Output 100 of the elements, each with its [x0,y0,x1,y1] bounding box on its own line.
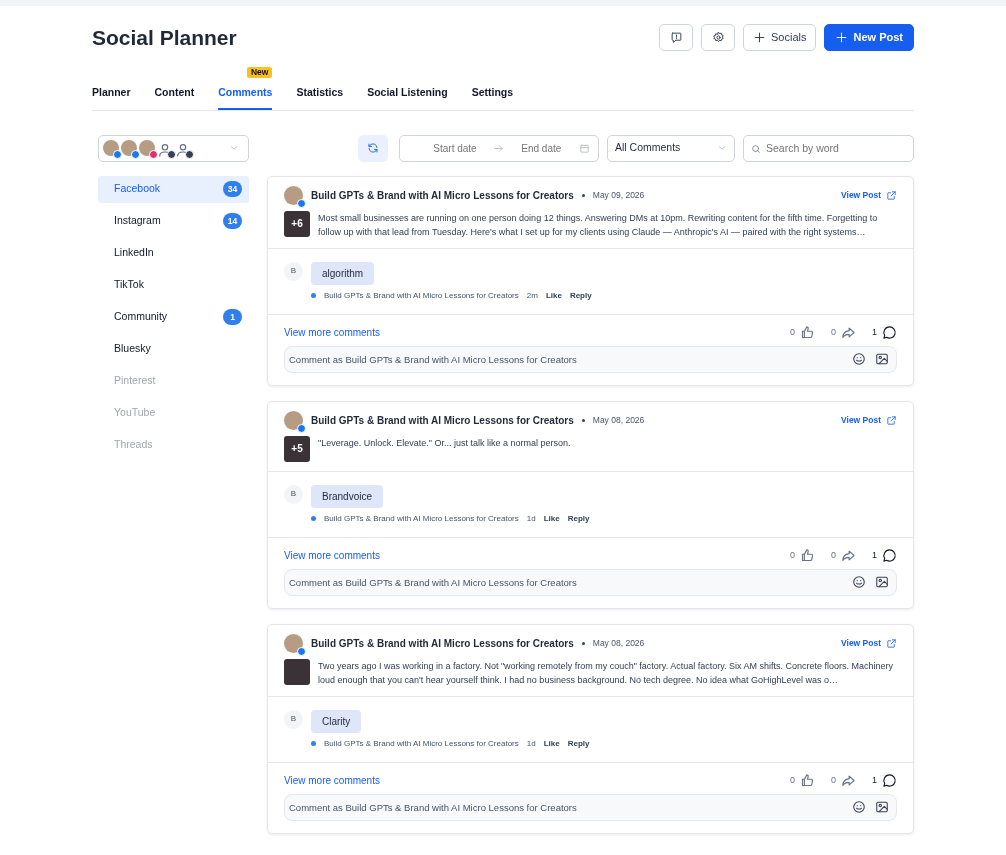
sidebar-label: Pinterest [114,373,156,389]
comment-time: 1d [526,737,536,750]
view-post-link[interactable]: View Post [841,413,897,427]
comment-bubble: Clarity [311,709,362,733]
external-link-icon [886,189,897,201]
user-avatar: B [284,261,303,281]
like-count: 0 [789,325,795,339]
like-count: 0 [789,773,795,787]
like-link[interactable]: Like [543,737,560,750]
author-name: Build GPTs & Brand with AI Micro Lessons for Creators [311,188,574,203]
comment-time: 2m [526,289,538,302]
media-count: +5 [284,435,310,462]
view-post-link[interactable]: View Post [841,636,897,650]
comment-filter-dropdown[interactable]: All Comments [607,134,735,162]
comment-count: 1 [872,548,877,562]
page-title: Social Planner [92,24,237,51]
user-avatar: B [284,484,303,504]
status-dot [311,741,316,747]
sidebar-item[interactable]: LinkedIn [98,239,249,267]
thumbs-up-icon[interactable] [799,772,815,788]
image-icon[interactable] [875,799,889,814]
post-date: May 08, 2026 [592,413,645,427]
tab[interactable]: Settings [471,79,514,110]
sidebar-item[interactable]: Community 1 [98,303,249,331]
settings-icon [711,31,725,44]
tab[interactable]: Planner [92,79,131,110]
new-post-button[interactable]: New Post [824,24,914,51]
sidebar-item[interactable]: Facebook 34 [98,175,249,203]
sidebar-label: Bluesky [114,341,151,357]
view-more-comments-link[interactable]: View more comments [284,772,380,788]
post-date: May 09, 2026 [592,188,645,202]
network-badge [297,423,306,433]
comment-icon[interactable] [882,547,897,563]
external-link-icon [886,637,897,649]
status-dot [311,293,316,299]
refresh-icon [367,142,379,155]
reply-link[interactable]: Reply [569,289,592,302]
author-name: Build GPTs & Brand with AI Micro Lessons for Creators [311,413,574,428]
like-count: 0 [789,548,795,562]
comment-author: Build GPTs & Brand with AI Micro Lessons for Creators [324,737,519,750]
separator-dot [581,641,585,645]
sidebar-label: Community [114,309,168,325]
comment-time: 1d [526,512,536,525]
sidebar-item[interactable]: TikTok [98,271,249,299]
count-badge: 34 [223,181,242,198]
smile-icon[interactable] [852,574,866,589]
account-selector[interactable] [98,134,249,162]
post-text: "Leverage. Unlock. Elevate." Or... just talk like a normal person. [318,436,571,450]
add-socials-button[interactable]: Socials [743,24,817,51]
smile-icon[interactable] [852,799,866,814]
settings-button[interactable] [701,24,735,51]
plus-icon [753,31,766,44]
feedback-button[interactable] [659,24,693,51]
post-text: Two years ago I was working in a factory. Not "working remotely from my couch" factory. Actual factory. Six AM shifts. Concrete floors. Machinery loud enough that you can't hear yourself think. I had no business background. No tech degree. No idea what GoHighLevel was o… [318,659,895,687]
comment-icon[interactable] [882,772,897,788]
reply-link[interactable]: Reply [567,737,590,750]
sidebar-item[interactable]: Instagram 14 [98,207,249,235]
comment-icon[interactable] [882,324,897,340]
comment-author: Build GPTs & Brand with AI Micro Lessons for Creators [324,289,519,302]
date-range-field[interactable]: Start date End date [399,134,599,162]
sidebar-label: Threads [114,437,153,453]
comment-bubble: Brandvoice [311,484,384,508]
post-date: May 08, 2026 [592,636,645,650]
like-link[interactable]: Like [543,512,560,525]
count-badge: 1 [223,309,242,326]
new-badge: New [246,67,273,78]
smile-icon[interactable] [852,351,866,366]
comment-input-field[interactable]: Comment as Build GPTs & Brand with AI Micro Lessons for Creators [284,345,897,373]
tab[interactable]: Social Listening [367,79,448,110]
thumbs-up-icon[interactable] [799,324,815,340]
comment-bubble: algorithm [311,261,375,285]
share-count: 0 [830,325,836,339]
share-count: 0 [830,773,836,787]
sidebar-item[interactable]: Bluesky [98,335,249,363]
tab[interactable]: Content [154,79,195,110]
comment-input-field[interactable]: Comment as Build GPTs & Brand with AI Micro Lessons for Creators [284,793,897,821]
search-field[interactable]: Search by word [743,134,914,162]
view-more-comments-link[interactable]: View more comments [284,324,380,340]
feedback-icon [669,31,683,44]
external-link-icon [886,414,897,426]
image-icon[interactable] [875,351,889,366]
media-count: +6 [284,210,310,237]
comment-input-field[interactable]: Comment as Build GPTs & Brand with AI Micro Lessons for Creators [284,568,897,596]
status-dot [311,516,316,522]
photo-placeholder [284,658,310,685]
sidebar-label: Instagram [114,213,161,229]
post-text: Most small businesses are running on one person doing 12 things. Answering DMs at 10pm. Rewriting content for the fifth time. Forgetting to follow up with that lead from Tuesday. Here's what I set up for my clients using Claude — Anthropic's AI — paired with the right systems… [318,211,879,239]
tab[interactable]: Statistics [296,79,344,110]
like-link[interactable]: Like [545,289,562,302]
thumbs-up-icon[interactable] [799,547,815,563]
image-icon[interactable] [875,574,889,589]
view-post-link[interactable]: View Post [841,188,897,202]
network-badge [297,646,306,656]
comment-count: 1 [872,325,877,339]
reply-link[interactable]: Reply [567,512,590,525]
user-avatar: B [284,709,303,729]
tab[interactable]: Comments [218,79,273,110]
view-more-comments-link[interactable]: View more comments [284,547,380,563]
sidebar-label: YouTube [114,405,156,421]
sidebar-label: Facebook [114,181,161,197]
